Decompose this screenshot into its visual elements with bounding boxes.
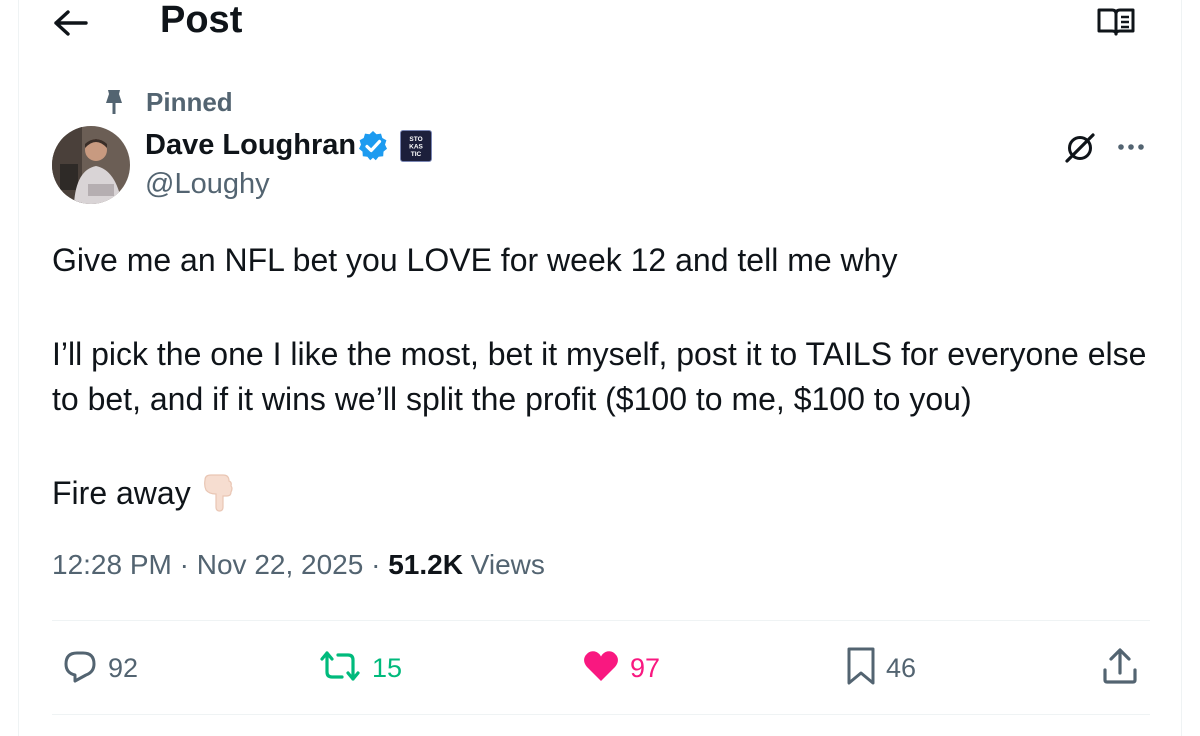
divider xyxy=(52,620,1150,621)
reply-count: 92 xyxy=(108,652,139,683)
like-count: 97 xyxy=(630,652,661,683)
avatar[interactable] xyxy=(52,126,130,204)
tweet-paragraph: Give me an NFL bet you LOVE for week 12 … xyxy=(52,242,898,278)
svg-text:KAS: KAS xyxy=(409,144,423,151)
like-button[interactable]: 97 xyxy=(582,643,660,693)
author-handle[interactable]: @Loughy xyxy=(145,167,270,201)
post-time[interactable]: 12:28 PM xyxy=(52,549,172,580)
post-meta: 12:28 PM · Nov 22, 2025 · 51.2K Views xyxy=(52,547,545,583)
reader-mode-icon[interactable] xyxy=(1096,6,1136,38)
divider xyxy=(52,714,1150,715)
backhand-index-pointing-down-icon xyxy=(201,472,235,524)
pinned-label: Pinned xyxy=(146,87,233,117)
tweet-paragraph-last: Fire away xyxy=(52,471,1162,524)
meta-separator: · xyxy=(179,549,189,580)
affiliate-badge-logo[interactable]: STO KAS TIC xyxy=(400,130,432,162)
display-name[interactable]: Dave Loughran xyxy=(145,128,356,162)
arrow-left-icon[interactable] xyxy=(52,6,92,40)
tweet-text: Give me an NFL bet you LOVE for week 12 … xyxy=(52,238,1162,524)
views-count[interactable]: 51.2K xyxy=(388,549,463,580)
svg-text:STO: STO xyxy=(409,136,422,143)
bookmark-button[interactable]: 46 xyxy=(846,643,916,693)
repost-button[interactable]: 15 xyxy=(318,643,402,693)
page-title: Post xyxy=(160,0,243,41)
repost-count: 15 xyxy=(372,652,403,683)
meta-separator: · xyxy=(371,549,381,580)
post-date[interactable]: Nov 22, 2025 xyxy=(197,549,364,580)
share-button[interactable] xyxy=(1100,643,1140,693)
verified-badge-icon[interactable] xyxy=(357,130,389,162)
svg-text:TIC: TIC xyxy=(411,151,422,158)
heart-icon xyxy=(582,648,620,689)
repost-icon xyxy=(318,648,362,689)
more-options-icon[interactable] xyxy=(1113,134,1149,160)
bookmark-icon xyxy=(846,646,876,691)
reply-button[interactable]: 92 xyxy=(62,643,138,693)
tweet-paragraph: I’ll pick the one I like the most, bet i… xyxy=(52,336,1147,417)
bookmark-count: 46 xyxy=(886,652,917,683)
views-label[interactable]: Views xyxy=(471,549,545,580)
grok-icon[interactable] xyxy=(1062,130,1098,166)
tweet-paragraph-text: Fire away xyxy=(52,475,191,511)
pin-icon xyxy=(102,88,126,116)
share-icon xyxy=(1100,646,1140,691)
reply-icon xyxy=(62,648,98,689)
